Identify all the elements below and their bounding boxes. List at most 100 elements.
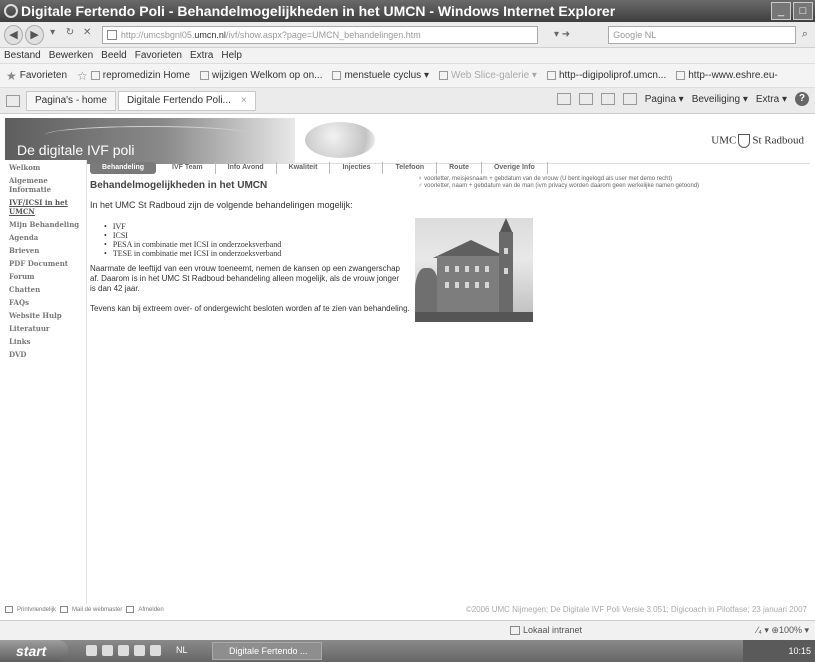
- tab-kwaliteit[interactable]: Kwaliteit: [277, 162, 331, 174]
- quicklaunch-icon[interactable]: [102, 645, 113, 656]
- search-input[interactable]: Google NL: [608, 25, 796, 44]
- tab-home[interactable]: Pagina's - home: [26, 90, 116, 111]
- nav-item-mijn-behandeling[interactable]: Mijn Behandeling: [5, 219, 86, 230]
- nav-item-literatuur[interactable]: Literatuur: [5, 323, 86, 334]
- feeds-icon[interactable]: [578, 93, 593, 105]
- add-favorite-icon[interactable]: ☆: [77, 69, 88, 83]
- photo-window: [445, 266, 449, 272]
- help-icon[interactable]: ?: [795, 92, 809, 106]
- ie-logo-icon: [4, 4, 18, 18]
- logout-icon: [126, 606, 135, 613]
- back-button[interactable]: ◀: [4, 24, 24, 45]
- quicklaunch-icon[interactable]: [86, 645, 97, 656]
- nav-item-website-hulp[interactable]: Website Hulp: [5, 310, 86, 321]
- favorite-item-http-www-eshre-eu[interactable]: http--www.eshre.eu-: [676, 70, 778, 81]
- home-icon[interactable]: [556, 93, 571, 105]
- minimize-button[interactable]: _: [771, 2, 791, 20]
- nav-item-agenda[interactable]: Agenda: [5, 232, 86, 243]
- nav-item-chatten[interactable]: Chatten: [5, 284, 86, 295]
- favorites-button[interactable]: Favorieten: [20, 70, 67, 81]
- photo-window: [445, 282, 449, 288]
- nav-item-links[interactable]: Links: [5, 336, 86, 347]
- nav-item-ivf-icsi-in-het-umcn[interactable]: IVF/ICSI in het UMCN: [5, 197, 86, 217]
- page-viewport: De digitale IVF poli UMC St Radboud Welko…: [0, 114, 815, 620]
- favorite-item-web-slice-galerie[interactable]: Web Slice-galerie ▾: [438, 70, 537, 81]
- photo-window: [485, 266, 489, 272]
- menu-beeld[interactable]: Beeld: [101, 50, 127, 61]
- search-icon[interactable]: ⌕: [802, 28, 815, 41]
- favorite-label: http--www.eshre.eu-: [688, 70, 778, 81]
- umc-logo-right: St Radboud: [752, 134, 804, 147]
- site-brand: De digitale IVF poli: [17, 142, 135, 158]
- favorite-page-icon: [332, 71, 342, 80]
- nav-item-forum[interactable]: Forum: [5, 271, 86, 282]
- print-link[interactable]: Printvriendelijk: [17, 607, 56, 613]
- favorite-item-repromedizin-home[interactable]: repromedizin Home: [90, 70, 190, 81]
- taskbar-ie-window[interactable]: Digitale Fertendo ...: [212, 642, 322, 660]
- favorites-star-icon[interactable]: ★: [6, 69, 17, 83]
- tab-ivf-team[interactable]: IVF Team: [160, 162, 216, 174]
- nav-item-pdf-document[interactable]: PDF Document: [5, 258, 86, 269]
- crest-icon: [738, 134, 751, 148]
- history-dropdown-icon[interactable]: ▾: [46, 27, 59, 43]
- quicklaunch-icon[interactable]: [134, 645, 145, 656]
- mail-icon[interactable]: [600, 93, 615, 105]
- tab-overige-info[interactable]: Overige Info: [482, 162, 548, 174]
- nav-item-brieven[interactable]: Brieven: [5, 245, 86, 256]
- treatment-item: IVF: [104, 222, 281, 231]
- logout-link[interactable]: Afmelden: [138, 607, 163, 613]
- favorite-page-icon: [438, 71, 448, 80]
- forward-button[interactable]: ▶: [25, 24, 45, 45]
- url-suffix: /ivf/show.aspx?page=UMCN_behandelingen.h…: [225, 29, 421, 40]
- url-input[interactable]: http://umcsbgnl05.umcn.nl/ivf/show.aspx?…: [101, 25, 539, 44]
- photo-window: [455, 266, 459, 272]
- banner-orb-graphic: [305, 122, 375, 158]
- close-tab-icon[interactable]: ×: [241, 95, 247, 106]
- quicklaunch-icon[interactable]: [118, 645, 129, 656]
- site-banner: De digitale IVF poli UMC St Radboud: [5, 118, 810, 164]
- maximize-button[interactable]: □: [793, 2, 813, 20]
- mail-webmaster-link[interactable]: Mail de webmaster: [72, 607, 122, 613]
- cmd-pagina[interactable]: Pagina ▾: [645, 94, 684, 105]
- print-icon[interactable]: [622, 93, 637, 105]
- tab-injecties[interactable]: Injecties: [330, 162, 384, 174]
- quick-tabs-icon[interactable]: [6, 94, 20, 107]
- menu-bestand[interactable]: Bestand: [4, 50, 41, 61]
- language-indicator[interactable]: NL: [176, 645, 188, 655]
- nav-item-faqs[interactable]: FAQs: [5, 297, 86, 308]
- photo-window: [465, 282, 469, 288]
- menu-bar: Bestand Bewerken Beeld Favorieten Extra …: [0, 48, 815, 64]
- tab-digitale-fertendo[interactable]: Digitale Fertendo Poli... ×: [117, 90, 256, 111]
- url-prefix: http://umcsbgnl05.: [120, 29, 195, 40]
- quicklaunch-icon[interactable]: [150, 645, 161, 656]
- refresh-icon[interactable]: ↻: [63, 27, 76, 43]
- favorite-item-http-digipoliprof-umcn[interactable]: http--digipoliprof.umcn...: [546, 70, 666, 81]
- cmd-extra[interactable]: Extra ▾: [756, 94, 787, 105]
- favorites-list: repromedizin Home wijzigen Welkom op on..…: [90, 70, 788, 81]
- menu-bewerken[interactable]: Bewerken: [49, 50, 93, 61]
- nav-item-welkom[interactable]: Welkom: [5, 162, 86, 173]
- nav-item-algemene-informatie[interactable]: Algemene Informatie: [5, 175, 86, 195]
- nav-item-dvd[interactable]: DVD: [5, 349, 86, 360]
- menu-favorieten[interactable]: Favorieten: [135, 50, 182, 61]
- go-button[interactable]: ▾ ➜: [546, 26, 578, 44]
- favorite-item-menstuele-cyclus[interactable]: menstuele cyclus ▾: [332, 70, 429, 81]
- menu-extra[interactable]: Extra: [190, 50, 213, 61]
- security-zone: Lokaal intranet: [510, 625, 582, 635]
- login-hint-man: ♂ voorletter, naam + gebdatum van de man…: [418, 183, 700, 189]
- tab-route[interactable]: Route: [437, 162, 482, 174]
- zoom-control[interactable]: ⁄₄ ▾ ⊕100% ▾: [757, 625, 809, 636]
- tab-telefoon[interactable]: Telefoon: [383, 162, 438, 174]
- tab-behandeling[interactable]: Behandeling: [90, 162, 157, 174]
- stop-icon[interactable]: ✕: [81, 27, 94, 43]
- cmd-beveiliging[interactable]: Beveiliging ▾: [692, 94, 748, 105]
- photo-window: [465, 266, 469, 272]
- tab-info-avond[interactable]: Info Avond: [216, 162, 277, 174]
- window-title-bar: Digitale Fertendo Poli - Behandelmogelij…: [0, 0, 815, 22]
- start-button[interactable]: start: [0, 640, 68, 662]
- tab-label: Digitale Fertendo Poli...: [126, 95, 231, 106]
- umc-logo-left: UMC: [711, 134, 737, 147]
- menu-help[interactable]: Help: [221, 50, 242, 61]
- treatment-item: PESA in combinatie met ICSI in onderzoek…: [104, 240, 281, 249]
- favorite-item-wijzigen-welkom-op-on[interactable]: wijzigen Welkom op on...: [200, 70, 322, 81]
